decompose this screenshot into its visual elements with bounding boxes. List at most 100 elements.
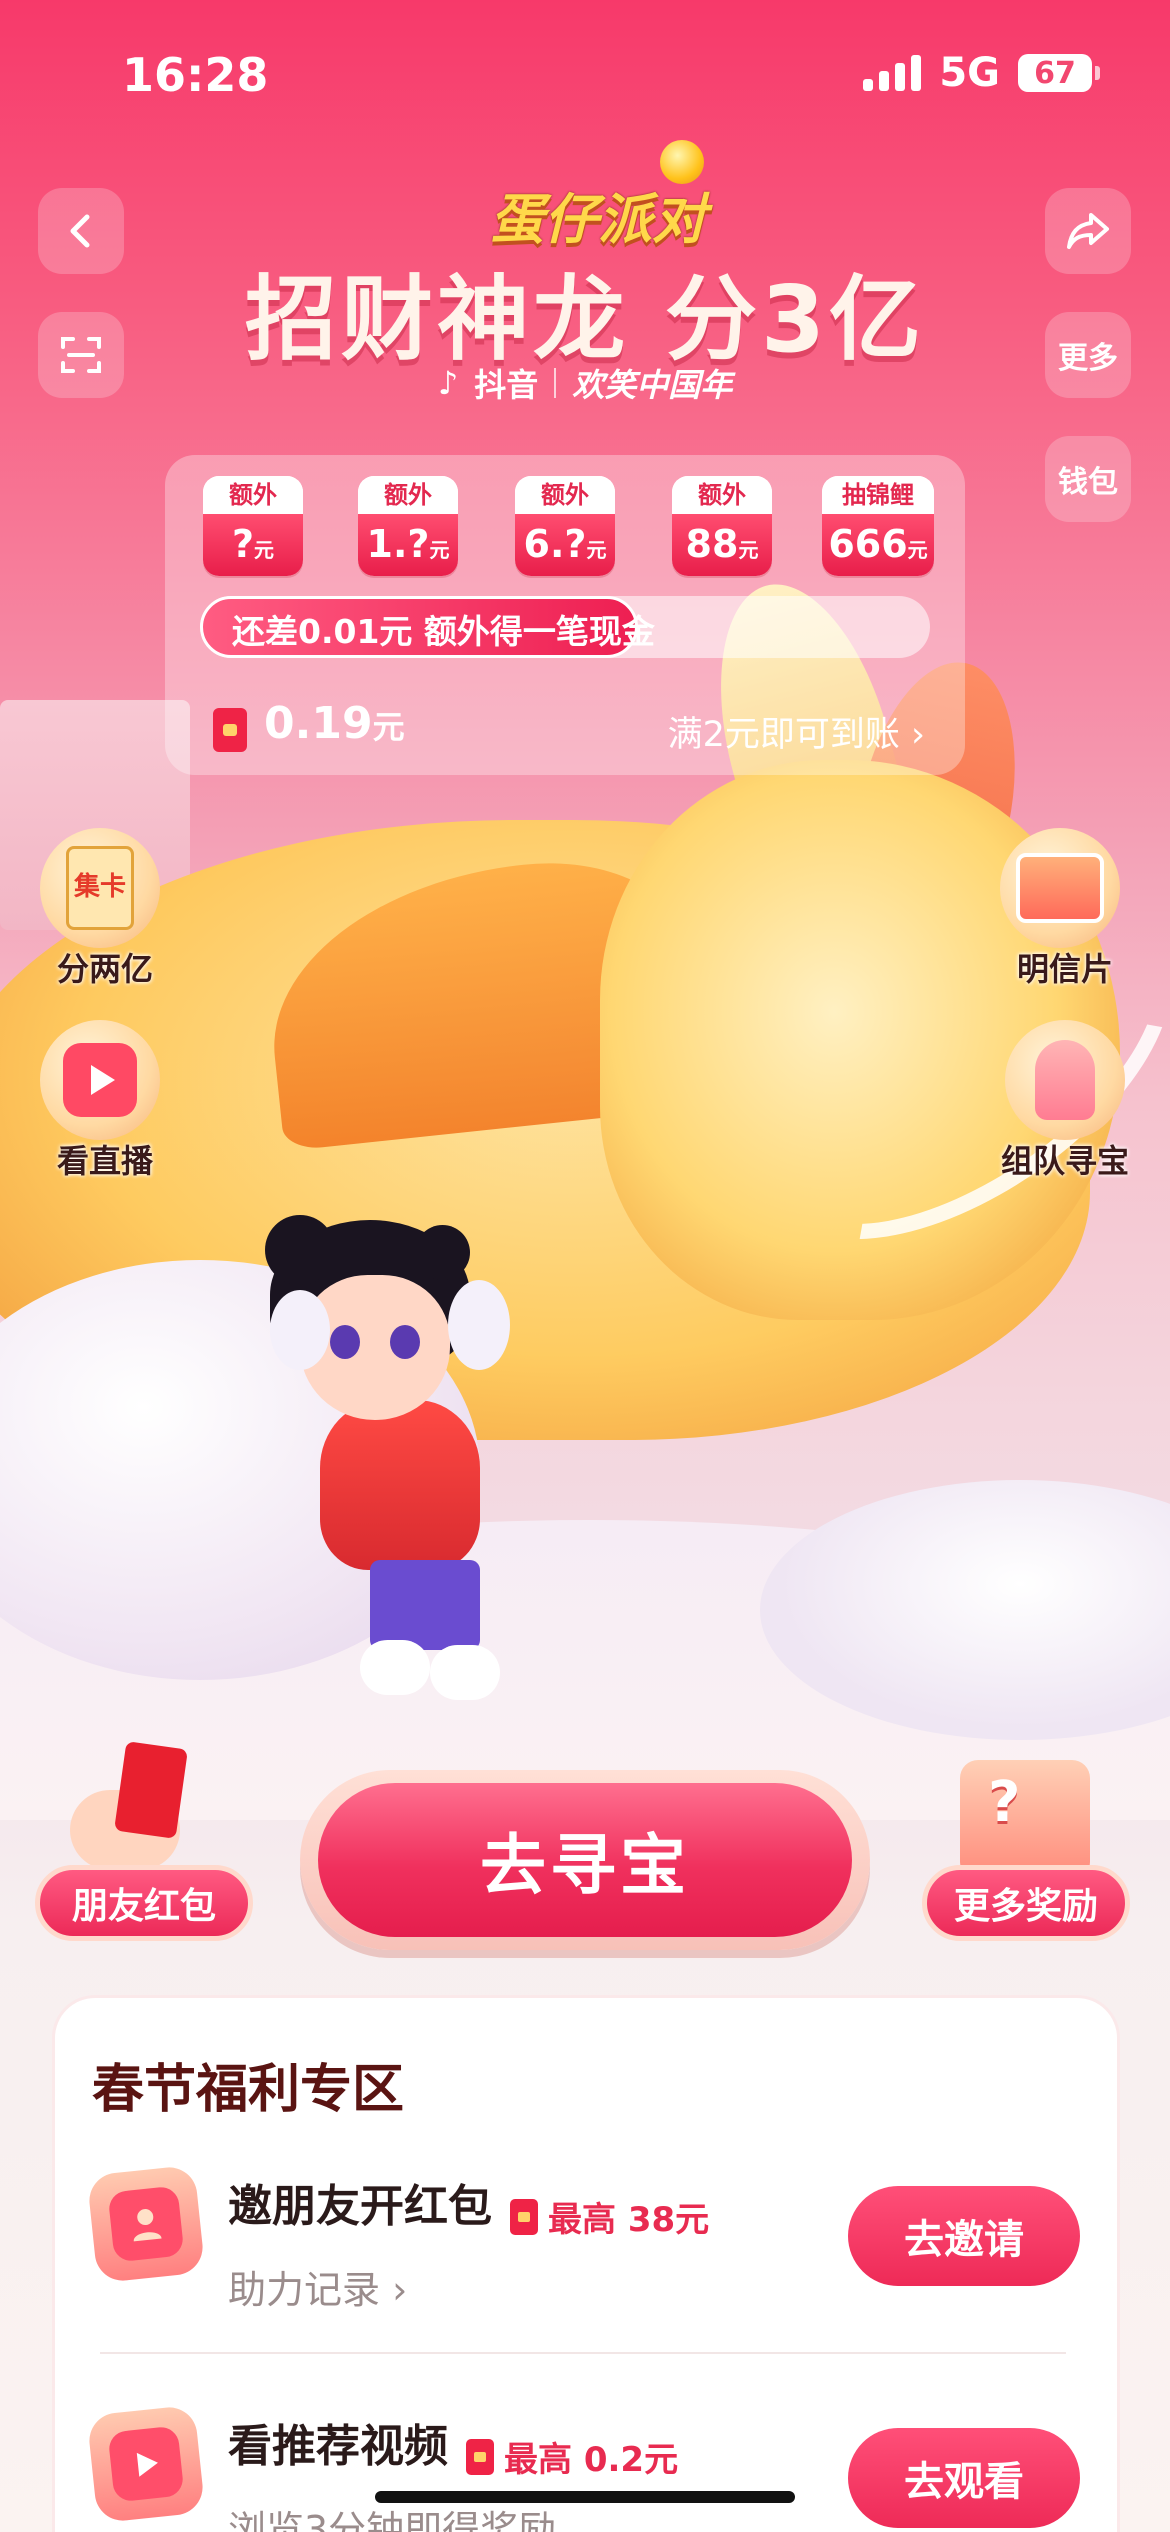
treasure-hunt-label: 去寻宝 xyxy=(480,1827,690,1904)
tier-label: 额外 xyxy=(672,476,772,514)
side-entry-label: 看直播 xyxy=(56,1142,153,1180)
balance-unit: 元 xyxy=(372,708,405,746)
red-packet-icon xyxy=(114,1741,188,1839)
people-icon xyxy=(107,2185,185,2263)
collect-card-entry[interactable]: 集卡 分两亿 xyxy=(40,828,170,990)
photo-icon xyxy=(1016,853,1104,923)
task-title: 邀朋友开红包 xyxy=(228,2181,492,2232)
more-rewards-label: 更多奖励 xyxy=(953,1886,1098,1927)
character-legs xyxy=(370,1560,480,1650)
task-video-text: 看推荐视频 最高 0.2元 浏览3分钟即得奖励 xyxy=(228,2410,788,2532)
tiktok-note-icon: ♪ xyxy=(437,364,459,402)
balance-amount: 0.19元 xyxy=(264,698,405,749)
festival-logo: 欢笑中国年 xyxy=(572,366,733,404)
red-envelope-icon xyxy=(510,2198,538,2235)
postcard-entry[interactable]: 明信片 xyxy=(1000,828,1130,990)
tier-unit: 元 xyxy=(586,538,607,562)
withdraw-hint: 满2元即可到账 xyxy=(667,715,900,755)
battery-icon: 67 xyxy=(1018,54,1100,92)
task-reward: 最高 0.2元 xyxy=(504,2440,679,2480)
progress-text: 还差0.01元 额外得一笔现金 xyxy=(232,612,655,651)
invite-button-label: 去邀请 xyxy=(904,2217,1024,2263)
status-time: 16:28 xyxy=(122,48,269,102)
character-coat xyxy=(320,1400,480,1570)
invite-button[interactable]: 去邀请 xyxy=(848,2186,1080,2286)
side-entry-label: 分两亿 xyxy=(56,950,153,988)
chevron-right-icon: › xyxy=(380,2268,408,2312)
red-envelope-icon xyxy=(213,708,247,752)
card-glyph: 集卡 xyxy=(66,846,134,930)
tier-value: 88元 xyxy=(672,514,772,576)
welfare-title: 春节福利专区 xyxy=(92,2060,405,2120)
withdraw-link[interactable]: 满2元即可到账 › xyxy=(668,706,925,757)
character-hair-bun xyxy=(265,1215,335,1285)
character-eye xyxy=(390,1325,420,1359)
tier-amount: 666 xyxy=(828,522,908,566)
tier-amount: ? xyxy=(231,522,255,566)
task-reward: 最高 38元 xyxy=(548,2200,710,2240)
task-invite-text: 邀朋友开红包 最高 38元 助力记录 › xyxy=(228,2170,788,2314)
watch-button[interactable]: 去观看 xyxy=(848,2428,1080,2528)
chevron-right-icon: › xyxy=(899,715,925,755)
status-indicators: 5G 67 xyxy=(863,50,1100,96)
treasure-hunt-button[interactable]: 去寻宝 xyxy=(318,1783,852,1937)
brand-logo: 蛋仔派对 xyxy=(490,188,706,251)
reward-tier-3[interactable]: 额外 6.?元 xyxy=(515,476,615,576)
tier-value: 666元 xyxy=(822,514,934,576)
game-scene: 16:28 5G 67 更多 钱包 蛋仔派对 招财神龙 分3亿 ♪ 抖音 欢笑中… xyxy=(0,0,1170,2532)
tier-unit: 元 xyxy=(738,538,759,562)
logo-divider xyxy=(554,368,557,398)
network-type: 5G xyxy=(939,50,1000,96)
live-play-icon xyxy=(40,1020,160,1140)
reward-tier-5[interactable]: 抽锦鲤 666元 xyxy=(822,476,934,576)
tier-label: 额外 xyxy=(358,476,458,514)
tier-value: 6.?元 xyxy=(515,514,615,576)
tier-label: 抽锦鲤 xyxy=(822,476,934,514)
reward-tier-4[interactable]: 额外 88元 xyxy=(672,476,772,576)
task-icon-invite xyxy=(86,2164,206,2284)
triangle-play-icon xyxy=(136,2452,158,2477)
gift-box-icon xyxy=(960,1760,1090,1880)
task-title: 看推荐视频 xyxy=(228,2421,448,2472)
question-mark-icon: ? xyxy=(988,1770,1021,1835)
character-shoe xyxy=(430,1645,500,1700)
collect-card-icon: 集卡 xyxy=(40,828,160,948)
home-indicator[interactable] xyxy=(375,2491,795,2503)
team-hands-icon xyxy=(1005,1020,1125,1140)
tier-label: 额外 xyxy=(515,476,615,514)
character-earmuff xyxy=(448,1280,510,1370)
page-title: 招财神龙 分3亿 xyxy=(244,266,926,373)
tier-value: ?元 xyxy=(203,514,303,576)
tier-amount: 6.? xyxy=(523,522,587,566)
play-icon xyxy=(107,2425,185,2503)
wallet-button[interactable]: 钱包 xyxy=(1045,436,1131,522)
balance-value: 0.19 xyxy=(264,698,373,749)
sub-logos: ♪ 抖音 欢笑中国年 xyxy=(0,360,1170,406)
tier-unit: 元 xyxy=(907,538,928,562)
reward-tier-2[interactable]: 额外 1.?元 xyxy=(358,476,458,576)
task-icon-video xyxy=(86,2404,206,2524)
character-eye xyxy=(330,1325,360,1359)
douyin-logo: 抖音 xyxy=(474,366,539,404)
watch-button-label: 去观看 xyxy=(904,2459,1024,2505)
tier-value: 1.?元 xyxy=(358,514,458,576)
team-treasure-entry[interactable]: 组队寻宝 xyxy=(990,1020,1140,1182)
postcard-icon xyxy=(1000,828,1120,948)
side-entry-label: 组队寻宝 xyxy=(1000,1142,1129,1180)
signal-icon xyxy=(863,55,922,91)
tier-unit: 元 xyxy=(254,538,275,562)
user-group-icon xyxy=(133,2209,162,2242)
character-shoe xyxy=(360,1640,430,1695)
play-icon xyxy=(63,1043,137,1117)
friends-icon xyxy=(86,2164,206,2284)
more-rewards-button[interactable]: 更多奖励 xyxy=(922,1865,1130,1941)
reward-tier-1[interactable]: 额外 ?元 xyxy=(203,476,303,576)
task-divider xyxy=(100,2352,1066,2354)
task-subtitle: 助力记录 xyxy=(228,2268,381,2312)
wallet-label: 钱包 xyxy=(1058,465,1118,500)
side-entry-label: 明信片 xyxy=(1016,950,1113,988)
assist-record-link[interactable]: 助力记录 › xyxy=(228,2259,788,2314)
friend-red-packet-button[interactable]: 朋友红包 xyxy=(35,1865,253,1941)
live-entry[interactable]: 看直播 xyxy=(40,1020,170,1182)
tier-amount: 1.? xyxy=(366,522,430,566)
